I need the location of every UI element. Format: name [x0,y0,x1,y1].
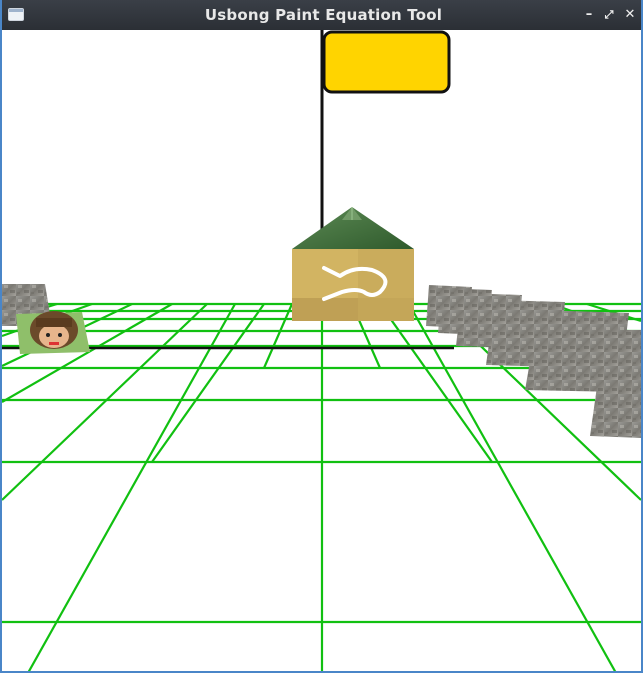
close-button[interactable]: ✕ [622,6,638,24]
title-bar[interactable]: Usbong Paint Equation Tool – ⤢ ✕ [2,0,641,30]
character-portrait-tile [16,311,90,354]
minimize-button[interactable]: – [581,6,597,24]
yellow-signboard[interactable] [322,30,451,94]
app-window: Usbong Paint Equation Tool – ⤢ ✕ [0,0,643,673]
window-title: Usbong Paint Equation Tool [204,6,443,24]
maximize-button[interactable]: ⤢ [601,6,617,24]
game-viewport[interactable] [2,30,641,673]
house[interactable] [292,207,414,321]
